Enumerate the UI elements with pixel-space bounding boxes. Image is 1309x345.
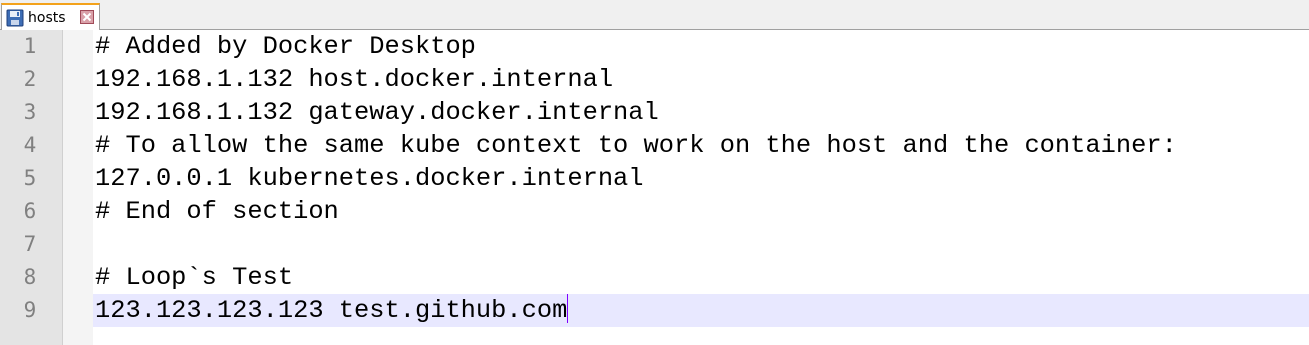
close-icon[interactable] <box>80 10 94 24</box>
line-number: 4 <box>0 129 60 162</box>
line-content[interactable]: 127.0.0.1 kubernetes.docker.internal <box>95 162 644 195</box>
code-lines[interactable]: 1 # Added by Docker Desktop 2 192.168.1.132… <box>0 30 1309 327</box>
tab-bar: hosts <box>0 0 1309 30</box>
line-number: 8 <box>0 261 60 294</box>
line-number: 5 <box>0 162 60 195</box>
line-number: 7 <box>0 228 60 261</box>
line-number-text: 2 <box>23 67 37 91</box>
tab-hosts[interactable]: hosts <box>1 3 100 30</box>
code-line[interactable]: 8 # Loop`s Test <box>0 261 1309 294</box>
line-content[interactable]: 192.168.1.132 gateway.docker.internal <box>95 96 659 129</box>
line-number-text: 6 <box>23 199 37 223</box>
line-text: # To allow the same kube context to work… <box>95 131 1177 160</box>
code-line[interactable]: 3 192.168.1.132 gateway.docker.internal <box>0 96 1309 129</box>
code-line[interactable]: 5 127.0.0.1 kubernetes.docker.internal <box>0 162 1309 195</box>
line-text: 192.168.1.132 gateway.docker.internal <box>95 98 659 127</box>
code-line[interactable]: 2 192.168.1.132 host.docker.internal <box>0 63 1309 96</box>
line-text: # End of section <box>95 197 339 226</box>
line-number-text: 8 <box>23 265 37 289</box>
line-number-text: 5 <box>23 166 37 190</box>
line-content[interactable]: # To allow the same kube context to work… <box>95 129 1177 162</box>
line-text: 192.168.1.132 host.docker.internal <box>95 65 614 94</box>
code-line[interactable]: 4 # To allow the same kube context to wor… <box>0 129 1309 162</box>
line-number: 1 <box>0 30 60 63</box>
line-text: # Loop`s Test <box>95 263 294 292</box>
line-number-text: 9 <box>23 298 37 322</box>
line-content[interactable]: 123.123.123.123 test.github.com <box>95 293 569 327</box>
save-icon <box>6 9 24 27</box>
code-line[interactable]: 9 123.123.123.123 test.github.com <box>0 293 1309 327</box>
code-line[interactable]: 6 # End of section <box>0 195 1309 228</box>
editor[interactable]: 1 # Added by Docker Desktop 2 192.168.1.132… <box>0 30 1309 345</box>
line-number-text: 1 <box>23 34 37 58</box>
line-number-text: 4 <box>23 133 37 157</box>
line-number: 2 <box>0 63 60 96</box>
code-line[interactable]: 1 # Added by Docker Desktop <box>0 30 1309 63</box>
code-line[interactable]: 7 <box>0 228 1309 261</box>
line-content[interactable]: # Loop`s Test <box>95 261 293 294</box>
line-number-text: 3 <box>23 100 37 124</box>
line-content[interactable]: # Added by Docker Desktop <box>95 30 476 63</box>
line-text: 123.123.123.123 test.github.com <box>95 296 568 325</box>
text-caret <box>567 293 569 323</box>
tab-label: hosts <box>28 9 66 26</box>
line-number: 3 <box>0 96 60 129</box>
line-number-text: 7 <box>23 232 37 256</box>
line-content[interactable]: 192.168.1.132 host.docker.internal <box>95 63 613 96</box>
line-text: # Added by Docker Desktop <box>95 32 476 61</box>
line-number: 9 <box>0 294 60 327</box>
line-content[interactable]: # End of section <box>95 195 339 228</box>
line-text: 127.0.0.1 kubernetes.docker.internal <box>95 164 644 193</box>
line-number: 6 <box>0 195 60 228</box>
